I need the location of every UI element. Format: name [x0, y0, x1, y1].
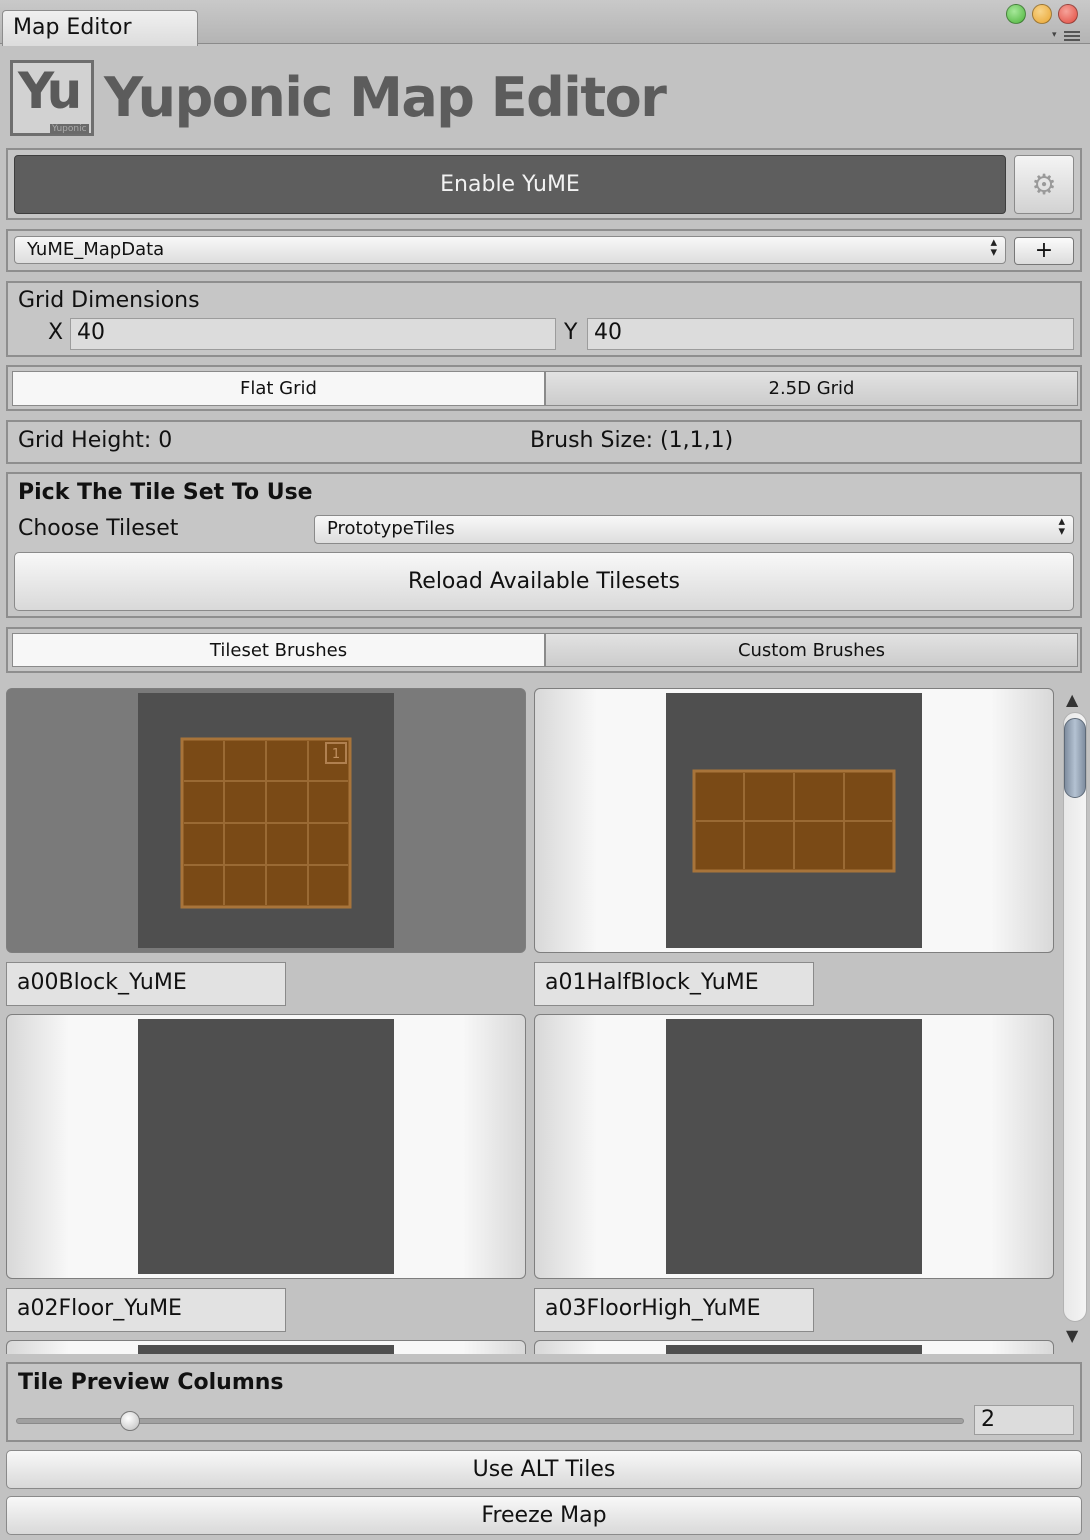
grid-dimensions-title: Grid Dimensions [18, 288, 200, 313]
tile-name-field[interactable]: a01HalfBlock_YuME [534, 962, 814, 1006]
minimize-window-icon[interactable] [1032, 4, 1052, 24]
freeze-map-button[interactable]: Freeze Map [6, 1496, 1082, 1535]
grid-x-label: X [48, 320, 64, 345]
block-tile-graphic: 1 [180, 737, 352, 909]
use-alt-tiles-button[interactable]: Use ALT Tiles [6, 1450, 1082, 1489]
tile-preview-a00block[interactable]: 1 [6, 688, 526, 953]
enable-yume-button[interactable]: Enable YuME [14, 155, 1006, 214]
preview-columns-slider[interactable] [16, 1418, 964, 1424]
tile-name-field[interactable]: a00Block_YuME [6, 962, 286, 1006]
2-5d-grid-toggle[interactable]: 2.5D Grid [545, 371, 1078, 406]
tileset-dropdown[interactable]: PrototypeTiles ▴ ▾ [314, 515, 1074, 544]
map-data-selected: YuME_MapData [27, 239, 165, 260]
gear-icon: ⚙ [1031, 168, 1057, 201]
slider-knob[interactable] [119, 1411, 140, 1431]
tile-preview-a03floorhigh[interactable] [534, 1014, 1054, 1279]
scroll-thumb[interactable] [1064, 718, 1086, 798]
tile-name-field[interactable]: a02Floor_YuME [6, 1288, 286, 1332]
logo-text: Yu [18, 62, 82, 120]
scroll-track[interactable] [1063, 712, 1087, 1322]
map-data-dropdown[interactable]: YuME_MapData ▴ ▾ [14, 236, 1006, 264]
tile-preview-partial[interactable] [6, 1340, 526, 1354]
grid-y-label: Y [564, 320, 578, 345]
grid-y-input[interactable]: 40 [587, 318, 1074, 350]
list-menu-icon[interactable]: ▾ [1052, 28, 1082, 42]
tile-preview-a02floor[interactable] [6, 1014, 526, 1279]
preview-columns-title: Tile Preview Columns [18, 1370, 284, 1395]
tile-thumbnail: 1 [138, 693, 394, 948]
tileset-section-title: Pick The Tile Set To Use [18, 480, 313, 505]
logo-subtext: Yuponic [50, 124, 89, 134]
dropdown-arrows-icon: ▴ ▾ [990, 235, 997, 260]
tile-preview-partial[interactable] [534, 1340, 1054, 1354]
tile-thumbnail [666, 693, 922, 948]
tab-custom-brushes[interactable]: Custom Brushes [545, 633, 1078, 667]
scroll-down-icon[interactable]: ▼ [1066, 1326, 1078, 1345]
tile-name-field[interactable]: a03FloorHigh_YuME [534, 1288, 814, 1332]
add-map-data-button[interactable]: + [1014, 237, 1074, 265]
tile-preview-a01halfblock[interactable] [534, 688, 1054, 953]
flat-grid-toggle[interactable]: Flat Grid [12, 371, 545, 406]
tileset-selected: PrototypeTiles [327, 518, 455, 539]
settings-button[interactable]: ⚙ [1014, 155, 1074, 214]
tile-thumbnail [666, 1019, 922, 1274]
tab-map-editor[interactable]: Map Editor [2, 10, 198, 46]
dropdown-arrows-icon: ▴ ▾ [1058, 514, 1065, 539]
grid-x-input[interactable]: 40 [70, 318, 556, 350]
choose-tileset-label: Choose Tileset [18, 516, 179, 541]
tab-tileset-brushes[interactable]: Tileset Brushes [12, 633, 545, 667]
close-window-icon[interactable] [1058, 4, 1078, 24]
scroll-up-icon[interactable]: ▲ [1066, 690, 1078, 709]
brush-size-readout: Brush Size: (1,1,1) [530, 428, 734, 453]
app-title: Yuponic Map Editor [104, 66, 667, 129]
preview-columns-input[interactable]: 2 [974, 1405, 1074, 1435]
zoom-window-icon[interactable] [1006, 4, 1026, 24]
half-block-tile-graphic [692, 769, 896, 873]
reload-tilesets-button[interactable]: Reload Available Tilesets [14, 552, 1074, 611]
grid-height-readout: Grid Height: 0 [18, 428, 173, 453]
tile-thumbnail [138, 1019, 394, 1274]
svg-text:1: 1 [332, 747, 340, 762]
